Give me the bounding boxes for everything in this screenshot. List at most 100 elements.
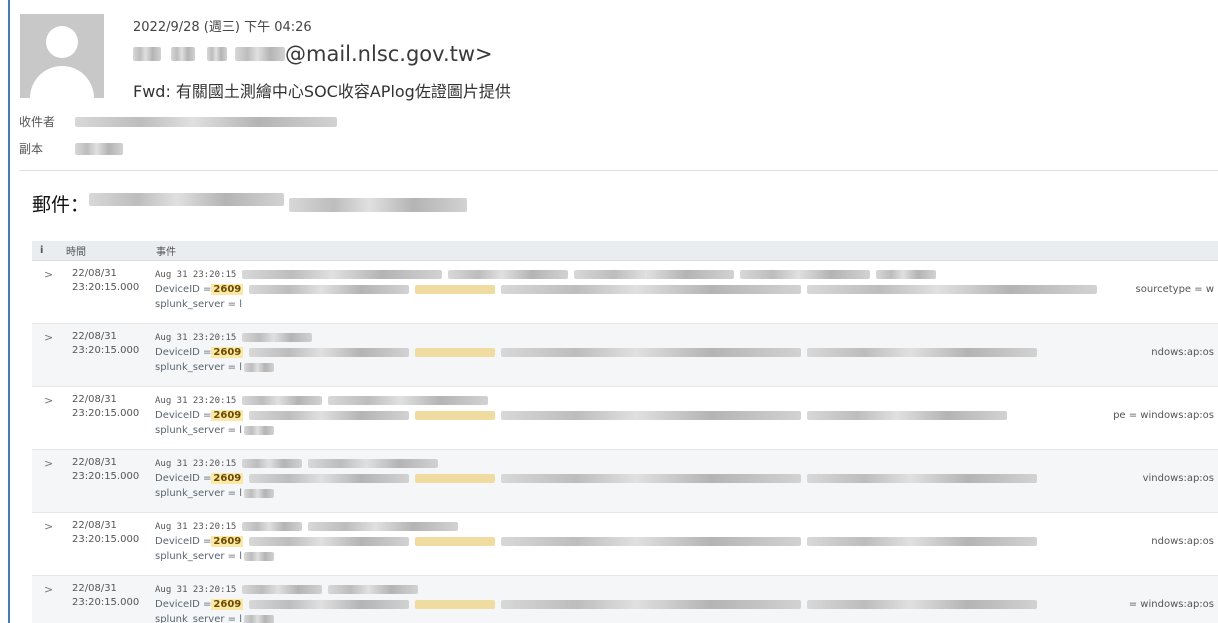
avatar-shoulders	[30, 66, 94, 98]
event-content: Aug 31 23:20:15 DeviceID = 2609 = window…	[155, 582, 1218, 623]
chevron-right-icon[interactable]: >	[44, 583, 53, 596]
redacted-text	[308, 522, 459, 531]
chevron-right-icon[interactable]: >	[44, 394, 53, 407]
redacted-text	[243, 552, 274, 561]
event-timestamp: 23:20:15.000	[72, 597, 140, 608]
redacted-text	[249, 474, 410, 483]
event-content: Aug 31 23:20:15 DeviceID = 2609 ndows:ap…	[155, 519, 1218, 564]
chevron-right-icon[interactable]: >	[44, 520, 53, 533]
splunk-server-field: splunk_server = l	[155, 488, 242, 499]
event-content: Aug 31 23:20:15 DeviceID = 2609 vindows:…	[155, 456, 1218, 501]
redacted-highlight	[415, 474, 496, 483]
event-date: 22/08/31	[72, 394, 117, 405]
redacted-highlight	[415, 600, 496, 609]
event-date: 22/08/31	[72, 583, 117, 594]
sourcetype-field[interactable]: sourcetype = w	[1136, 284, 1214, 295]
redacted-text	[807, 474, 1038, 483]
redacted-text	[740, 270, 871, 279]
message-subject: Fwd: 有關國土測繪中心SOC收容APlog佐證圖片提供	[133, 82, 511, 101]
deviceid-field: DeviceID =	[155, 410, 212, 421]
to-label: 收件者	[19, 115, 56, 129]
redacted-text	[249, 348, 410, 357]
redacted-text	[243, 426, 274, 435]
deviceid-field: DeviceID =	[155, 536, 212, 547]
event-time: 22/08/31 23:20:15.000	[72, 330, 139, 358]
event-time: 22/08/31 23:20:15.000	[72, 456, 139, 484]
table-row[interactable]: > 22/08/31 23:20:15.000 Aug 31 23:20:15 …	[32, 513, 1218, 576]
redacted-text	[249, 285, 410, 294]
deviceid-value[interactable]: 2609	[211, 284, 244, 295]
sender-line[interactable]: @mail.nlsc.gov.tw>	[133, 42, 493, 66]
redacted-text	[242, 459, 303, 468]
sender-name-redacted	[171, 47, 195, 61]
chevron-right-icon[interactable]: >	[44, 331, 53, 344]
sender-avatar	[20, 14, 104, 98]
sourcetype-field[interactable]: pe = windows:ap:os	[1113, 410, 1214, 421]
sender-name-redacted	[133, 47, 161, 61]
redacted-text	[501, 474, 802, 483]
redacted-text	[501, 348, 802, 357]
redacted-text	[242, 585, 323, 594]
event-content: Aug 31 23:20:15 DeviceID = 2609 ndows:ap…	[155, 330, 1218, 375]
redacted-text	[501, 600, 802, 609]
redacted-text	[242, 270, 443, 279]
splunk-results-table: i 時間 事件 > 22/08/31 23:20:15.000 Aug 31 2…	[32, 241, 1218, 623]
deviceid-field: DeviceID =	[155, 284, 212, 295]
column-header-event[interactable]: 事件	[156, 243, 176, 258]
deviceid-value[interactable]: 2609	[211, 473, 244, 484]
cc-row: 副本	[19, 140, 123, 157]
splunk-server-field: splunk_server = l	[155, 614, 242, 623]
redacted-highlight	[415, 537, 496, 546]
redacted-text	[328, 396, 489, 405]
sourcetype-field[interactable]: ndows:ap:os	[1151, 536, 1214, 547]
chevron-right-icon[interactable]: >	[44, 268, 53, 281]
event-time: 22/08/31 23:20:15.000	[72, 582, 139, 610]
event-raw: Aug 31 23:20:15	[155, 458, 237, 469]
redacted-text	[308, 459, 439, 468]
event-timestamp: 23:20:15.000	[72, 345, 140, 356]
cc-label: 副本	[19, 142, 44, 156]
sourcetype-field[interactable]: vindows:ap:os	[1143, 473, 1214, 484]
deviceid-field: DeviceID =	[155, 473, 212, 484]
redacted-text	[328, 585, 419, 594]
sender-name-redacted	[235, 47, 285, 61]
table-row[interactable]: > 22/08/31 23:20:15.000 Aug 31 23:20:15 …	[32, 261, 1218, 324]
table-row[interactable]: > 22/08/31 23:20:15.000 Aug 31 23:20:15 …	[32, 387, 1218, 450]
to-recipients-redacted[interactable]	[75, 116, 337, 127]
table-header: i 時間 事件	[32, 241, 1218, 261]
event-date: 22/08/31	[72, 268, 117, 279]
redacted-text	[876, 270, 937, 279]
redacted-text	[242, 396, 323, 405]
redacted-text	[242, 333, 313, 342]
event-time: 22/08/31 23:20:15.000	[72, 267, 139, 295]
sourcetype-field[interactable]: = windows:ap:os	[1129, 599, 1214, 610]
redacted-text	[501, 411, 802, 420]
sender-email-domain: @mail.nlsc.gov.tw>	[285, 42, 493, 66]
redacted-highlight	[415, 411, 496, 420]
table-row[interactable]: > 22/08/31 23:20:15.000 Aug 31 23:20:15 …	[32, 576, 1218, 623]
sender-name-redacted	[207, 47, 227, 61]
deviceid-value[interactable]: 2609	[211, 599, 244, 610]
event-date: 22/08/31	[72, 331, 117, 342]
deviceid-value[interactable]: 2609	[211, 410, 244, 421]
deviceid-value[interactable]: 2609	[211, 536, 244, 547]
redacted-text	[807, 285, 1098, 294]
column-header-time[interactable]: 時間	[66, 243, 136, 258]
redacted-text	[501, 537, 802, 546]
deviceid-value[interactable]: 2609	[211, 347, 244, 358]
sourcetype-field[interactable]: ndows:ap:os	[1151, 347, 1214, 358]
splunk-server-field: splunk_server = l	[155, 425, 242, 436]
event-raw: Aug 31 23:20:15	[155, 584, 237, 595]
redacted-highlight	[415, 285, 496, 294]
event-raw: Aug 31 23:20:15	[155, 332, 237, 343]
cc-recipients-redacted[interactable]	[75, 142, 123, 155]
chevron-right-icon[interactable]: >	[44, 457, 53, 470]
table-row[interactable]: > 22/08/31 23:20:15.000 Aug 31 23:20:15 …	[32, 450, 1218, 513]
redacted-text	[243, 363, 274, 372]
to-row: 收件者	[19, 113, 337, 130]
mail-recipient-redacted	[85, 193, 468, 216]
redacted-text	[243, 615, 274, 623]
left-border	[8, 0, 10, 623]
table-row[interactable]: > 22/08/31 23:20:15.000 Aug 31 23:20:15 …	[32, 324, 1218, 387]
event-date: 22/08/31	[72, 520, 117, 531]
